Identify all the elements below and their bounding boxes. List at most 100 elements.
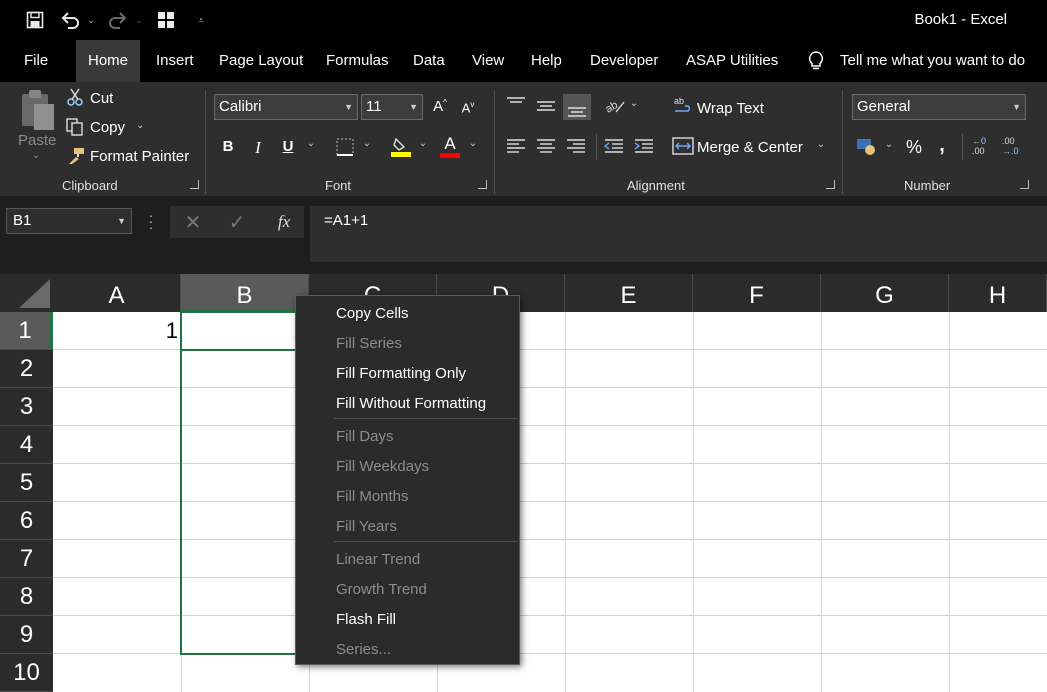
increase-indent-icon[interactable]	[634, 138, 654, 154]
paste-label[interactable]: Paste	[18, 132, 56, 149]
comma-style-button[interactable]: ,	[934, 134, 950, 157]
tab-developer[interactable]: Developer	[578, 40, 670, 82]
decrease-decimal-icon[interactable]: .00 →.0	[1002, 136, 1028, 158]
tab-data[interactable]: Data	[401, 40, 457, 82]
tab-view[interactable]: View	[460, 40, 516, 82]
copy-button[interactable]: Copy	[90, 119, 125, 136]
more-options-icon[interactable]: · · ·	[148, 208, 154, 234]
grow-font-icon[interactable]: A^	[430, 98, 450, 115]
column-header-g[interactable]: G	[821, 274, 949, 312]
paste-icon[interactable]	[18, 88, 56, 132]
menu-item-linear-trend[interactable]: Linear Trend	[336, 551, 420, 568]
highlight-dropdown-icon[interactable]: ⌄	[416, 138, 430, 149]
enter-icon[interactable]: ✓	[226, 210, 248, 234]
cut-icon[interactable]	[66, 88, 84, 106]
cell-a1[interactable]: 1	[60, 318, 178, 344]
menu-item-growth-trend[interactable]: Growth Trend	[336, 581, 427, 598]
format-painter-button[interactable]: Format Painter	[90, 148, 189, 165]
number-format-select[interactable]: General ▼	[852, 94, 1026, 120]
format-painter-icon[interactable]	[66, 147, 86, 165]
tab-asap-utilities[interactable]: ASAP Utilities	[674, 40, 790, 82]
menu-item-fill-months[interactable]: Fill Months	[336, 488, 409, 505]
menu-item-fill-weekdays[interactable]: Fill Weekdays	[336, 458, 429, 475]
orientation-dropdown-icon[interactable]: ⌄	[628, 98, 640, 109]
font-color-dropdown-icon[interactable]: ⌄	[466, 138, 480, 149]
menu-item-copy-cells[interactable]: Copy Cells	[336, 305, 409, 322]
tab-insert[interactable]: Insert	[144, 40, 206, 82]
menu-item-fill-years[interactable]: Fill Years	[336, 518, 397, 535]
row-header-10[interactable]: 10	[0, 654, 53, 692]
copy-dropdown-icon[interactable]: ⌄	[136, 120, 144, 131]
highlight-color-icon[interactable]	[390, 136, 412, 158]
redo-icon[interactable]	[106, 8, 130, 32]
row-header-2[interactable]: 2	[0, 350, 53, 388]
accounting-dropdown-icon[interactable]: ⌄	[882, 139, 896, 150]
row-header-4[interactable]: 4	[0, 426, 53, 464]
row-header-8[interactable]: 8	[0, 578, 53, 616]
wrap-text-icon[interactable]: ab	[674, 96, 694, 116]
column-header-h[interactable]: H	[949, 274, 1047, 312]
clipboard-launcher-icon[interactable]	[190, 180, 199, 189]
insert-function-icon[interactable]: fx	[272, 212, 296, 234]
paste-dropdown-icon[interactable]: ⌄	[32, 150, 40, 161]
formula-input[interactable]: =A1+1	[310, 206, 1047, 262]
undo-icon[interactable]	[58, 8, 82, 32]
shrink-font-icon[interactable]: Av	[458, 100, 478, 115]
menu-item-fill-series[interactable]: Fill Series	[336, 335, 402, 352]
alignment-launcher-icon[interactable]	[826, 180, 835, 189]
row-header-5[interactable]: 5	[0, 464, 53, 502]
bold-button[interactable]: B	[218, 138, 238, 155]
orientation-icon[interactable]: ab	[603, 96, 626, 116]
wrap-text-button[interactable]: Wrap Text	[697, 100, 764, 117]
merge-dropdown-icon[interactable]: ⌄	[814, 139, 828, 150]
undo-dropdown-icon[interactable]: ⌄	[86, 8, 96, 32]
underline-button[interactable]: U	[278, 138, 298, 155]
merge-center-icon[interactable]	[672, 136, 694, 156]
accounting-format-icon[interactable]	[856, 136, 878, 156]
name-box[interactable]: B1 ▼	[6, 208, 132, 234]
customize-icon[interactable]: ⩡	[194, 8, 208, 32]
bottom-align-icon[interactable]	[563, 94, 591, 120]
cut-button[interactable]: Cut	[90, 90, 113, 107]
column-header-b[interactable]: B	[181, 274, 309, 312]
column-header-e[interactable]: E	[565, 274, 693, 312]
column-header-a[interactable]: A	[53, 274, 181, 312]
tab-page-layout[interactable]: Page Layout	[207, 40, 315, 82]
copy-icon[interactable]	[66, 118, 84, 136]
row-header-9[interactable]: 9	[0, 616, 53, 654]
align-center-icon[interactable]	[536, 138, 556, 154]
font-color-icon[interactable]: A	[438, 134, 462, 158]
tell-me-search[interactable]: Tell me what you want to do	[828, 40, 1037, 82]
font-name-select[interactable]: Calibri ▼	[214, 94, 358, 120]
align-left-icon[interactable]	[506, 138, 526, 154]
number-launcher-icon[interactable]	[1020, 180, 1029, 189]
row-header-7[interactable]: 7	[0, 540, 53, 578]
select-all-button[interactable]	[0, 274, 53, 312]
tab-formulas[interactable]: Formulas	[314, 40, 401, 82]
percent-style-button[interactable]: %	[904, 137, 924, 158]
save-icon[interactable]	[22, 8, 48, 32]
tab-file[interactable]: File	[12, 40, 60, 82]
align-right-icon[interactable]	[566, 138, 586, 154]
menu-item-series[interactable]: Series...	[336, 641, 391, 658]
top-align-icon[interactable]	[506, 96, 526, 112]
borders-icon[interactable]	[336, 138, 354, 156]
merge-center-button[interactable]: Merge & Center	[697, 139, 803, 156]
tab-help[interactable]: Help	[519, 40, 574, 82]
redo-dropdown-icon[interactable]: ⌄	[134, 8, 144, 32]
borders-dropdown-icon[interactable]: ⌄	[360, 138, 374, 149]
underline-dropdown-icon[interactable]: ⌄	[304, 138, 318, 149]
row-header-6[interactable]: 6	[0, 502, 53, 540]
worksheet-grid[interactable]: A B C D E F G H 1 2 3 4 5 6 7 8 9 10 1 2	[0, 274, 1047, 692]
column-header-f[interactable]: F	[693, 274, 821, 312]
increase-decimal-icon[interactable]: ←0 .00	[972, 136, 994, 158]
menu-item-fill-without-formatting[interactable]: Fill Without Formatting	[336, 395, 486, 412]
layout-icon[interactable]	[154, 8, 178, 32]
tab-home[interactable]: Home	[76, 40, 141, 82]
font-size-select[interactable]: 11 ▼	[361, 94, 423, 120]
italic-button[interactable]: I	[248, 138, 268, 158]
font-launcher-icon[interactable]	[478, 180, 487, 189]
menu-item-flash-fill[interactable]: Flash Fill	[336, 611, 396, 628]
middle-align-icon[interactable]	[536, 98, 556, 114]
cancel-icon[interactable]: ✕	[182, 210, 204, 234]
